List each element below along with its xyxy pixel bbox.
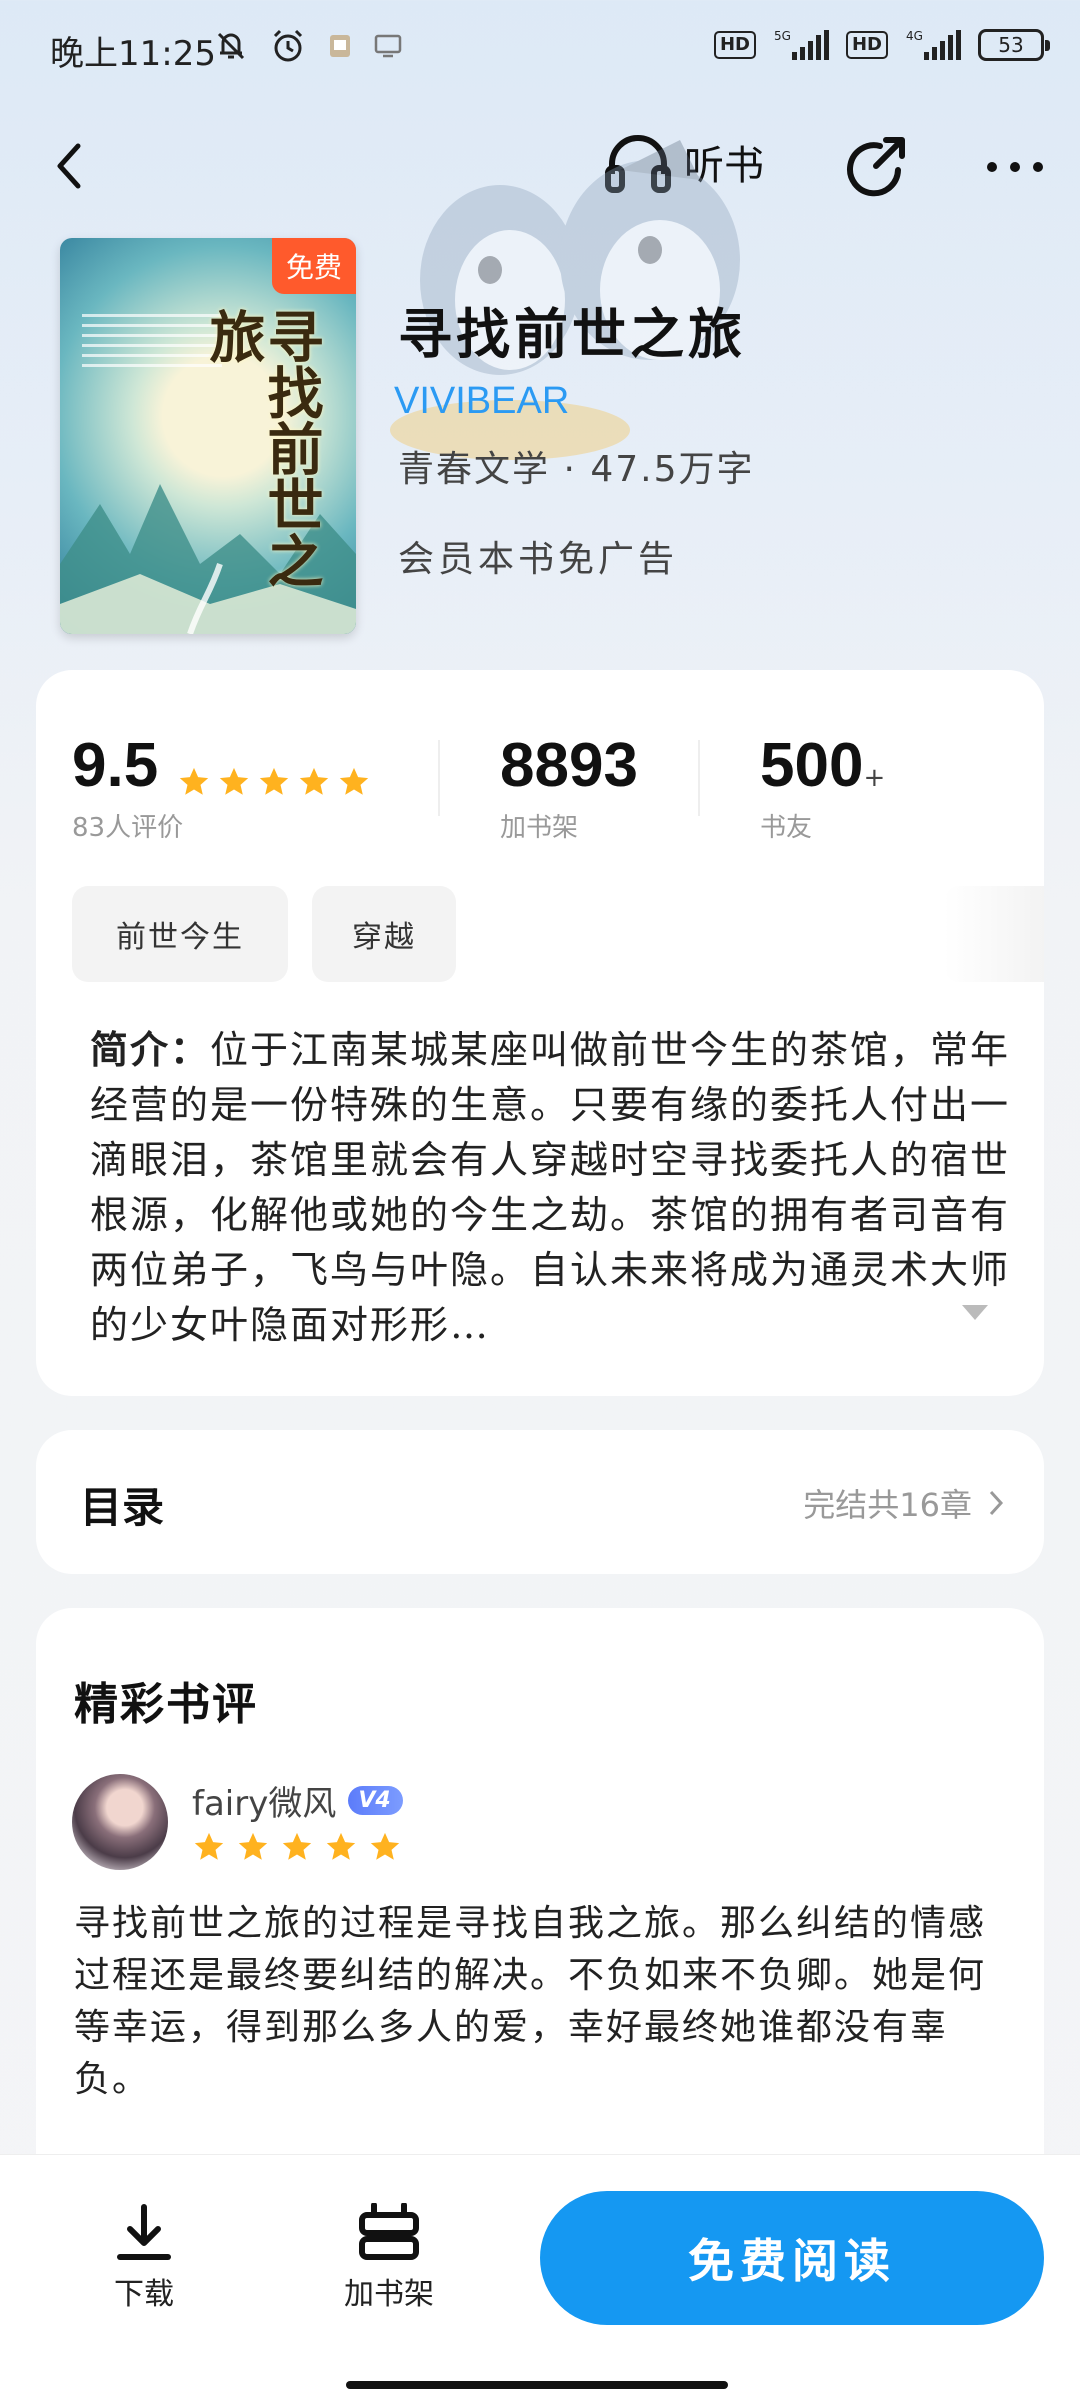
star-icon — [300, 767, 329, 795]
vip-ad-free-note[interactable]: 会员本书免广告 — [398, 530, 678, 582]
star-icon — [370, 1832, 400, 1860]
tag-chip[interactable]: 穿越 — [312, 886, 456, 982]
friends-label: 书友 — [760, 813, 813, 843]
intro-label: 简介： — [90, 1027, 211, 1072]
signal-4g-icon: 4G — [906, 29, 961, 60]
status-time: 晚上11:25 — [50, 34, 216, 74]
friends-stat[interactable]: 500+ 书友 — [760, 730, 885, 844]
status-bar: 晚上11:25 HD 5G HD 4G 53 — [0, 0, 1080, 96]
download-button[interactable]: 下载 — [114, 2203, 174, 2313]
toc-summary-group: 完结共16章 — [803, 1480, 1004, 1526]
rating-stars — [177, 765, 371, 799]
friends-plus: + — [863, 763, 886, 793]
rating-stat[interactable]: 9.5 83人评价 — [72, 730, 371, 844]
status-right: HD 5G HD 4G 53 — [713, 28, 1050, 62]
star-icon — [282, 1832, 312, 1860]
review-text[interactable]: 寻找前世之旅的过程是寻找自我之旅。那么纠结的情感过程还是最终要纠结的解决。不负如… — [74, 1898, 1014, 2106]
reviews-title: 精彩书评 — [74, 1679, 258, 1730]
book-cover[interactable]: 寻找前世之旅 免费 — [60, 238, 356, 634]
vip-level-badge: V4 — [348, 1786, 403, 1815]
bookshelf-icon — [359, 2203, 419, 2260]
book-details-card: 9.5 83人评价 8893 加书架 500+ 书友 前世今生 穿越 简介：位于… — [36, 670, 1044, 1396]
add-to-shelf-button[interactable]: 加书架 — [344, 2203, 434, 2313]
toc-summary: 完结共16章 — [803, 1486, 972, 1524]
shelf-stat: 8893 加书架 — [500, 730, 638, 844]
avatar[interactable] — [72, 1774, 168, 1870]
battery-indicator: 53 — [978, 29, 1050, 61]
download-icon — [117, 2204, 171, 2260]
alarm-icon — [273, 29, 303, 62]
star-icon — [180, 767, 209, 795]
cover-title: 寻找前世之旅 — [200, 308, 324, 588]
table-of-contents-row[interactable]: 目录 完结共16章 — [36, 1430, 1044, 1574]
free-read-button[interactable]: 免费阅读 — [540, 2191, 1044, 2325]
stat-divider — [438, 740, 440, 816]
stat-divider — [698, 740, 700, 816]
screen-cast-icon — [374, 34, 402, 58]
expand-down-icon[interactable] — [960, 1302, 990, 1322]
author-link[interactable]: VIVIBEAR — [394, 380, 569, 423]
svg-text:4G: 4G — [906, 29, 923, 43]
add-to-shelf-label: 加书架 — [344, 2277, 434, 2312]
review-stars — [192, 1830, 402, 1864]
tag-overflow-fade — [944, 886, 1044, 982]
book-intro[interactable]: 简介：位于江南某城某座叫做前世今生的茶馆，常年经营的是一份特殊的生意。只要有缘的… — [90, 1022, 1020, 1353]
book-title: 寻找前世之旅 — [398, 302, 746, 366]
back-arrow-icon[interactable] — [42, 136, 102, 196]
share-icon[interactable] — [842, 134, 912, 204]
svg-text:5G: 5G — [774, 29, 791, 43]
star-icon — [340, 767, 369, 795]
mute-icon — [217, 32, 245, 60]
bottom-action-bar: 下载 加书架 免费阅读 — [0, 2154, 1080, 2400]
download-label: 下载 — [114, 2277, 174, 2312]
review-username: fairy微风 — [192, 1784, 337, 1824]
toc-title: 目录 — [80, 1483, 165, 1532]
review-user[interactable]: fairy微风 V4 — [192, 1776, 403, 1825]
tag-chip[interactable]: 前世今生 — [72, 886, 288, 982]
rating-count-label: 83人评价 — [72, 813, 184, 843]
hd-icon: HD — [713, 31, 756, 59]
signal-5g-icon: 5G — [774, 29, 829, 60]
shelf-count: 8893 — [500, 731, 638, 800]
chevron-right-icon — [989, 1490, 1004, 1516]
intro-text: 位于江南某城某座叫做前世今生的茶馆，常年经营的是一份特殊的生意。只要有缘的委托人… — [90, 1028, 1011, 1347]
book-meta: 青春文学 · 47.5万字 — [398, 449, 755, 490]
star-icon — [238, 1832, 268, 1860]
home-indicator[interactable] — [346, 2381, 728, 2389]
shelf-count-label: 加书架 — [500, 813, 579, 843]
rating-value: 9.5 — [72, 731, 159, 800]
status-icons — [214, 28, 402, 64]
free-badge: 免费 — [271, 238, 356, 294]
more-options-icon[interactable] — [980, 142, 1050, 192]
app-notification-icon — [330, 35, 350, 57]
star-icon — [220, 767, 249, 795]
star-icon — [260, 767, 289, 795]
star-icon — [194, 1832, 224, 1860]
hd-icon-2: HD — [845, 31, 888, 59]
friends-count: 500 — [760, 731, 864, 800]
star-icon — [326, 1832, 356, 1860]
